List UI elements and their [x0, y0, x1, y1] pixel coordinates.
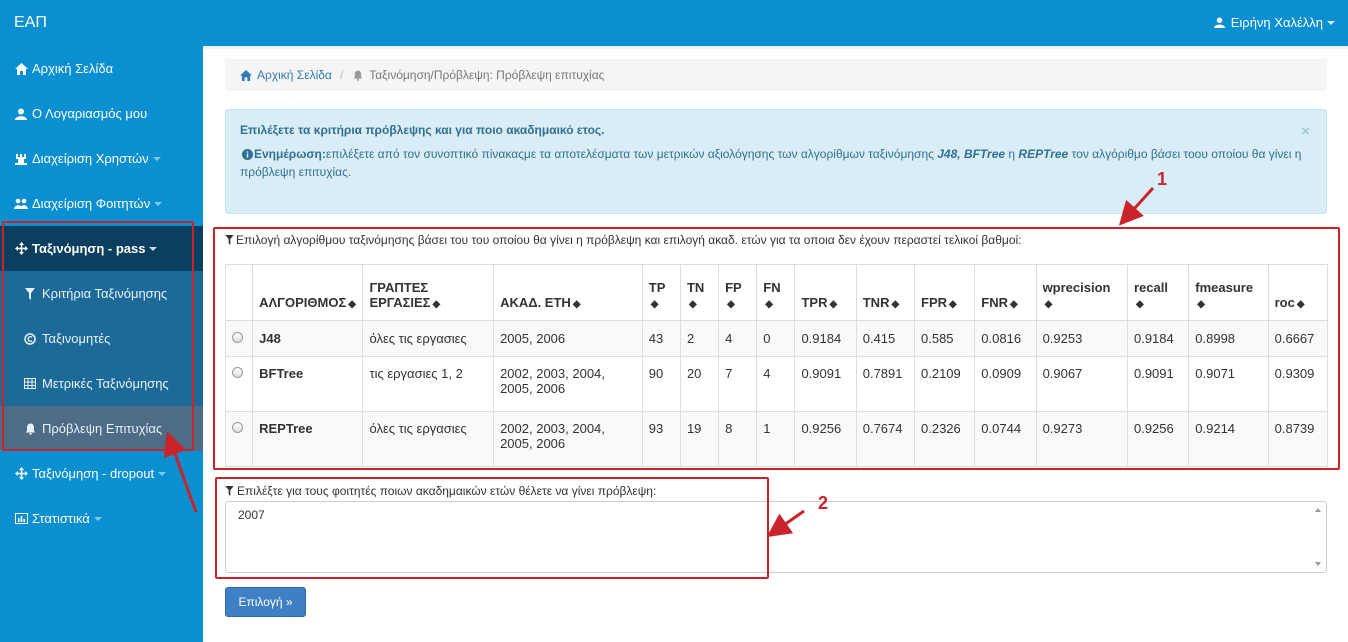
annotation-arrows: [163, 186, 1155, 538]
annotation-arrow-1: [1118, 186, 1155, 226]
annotation-arrow-sidebar: [163, 431, 198, 513]
annotation-arrow-2: [766, 509, 805, 538]
